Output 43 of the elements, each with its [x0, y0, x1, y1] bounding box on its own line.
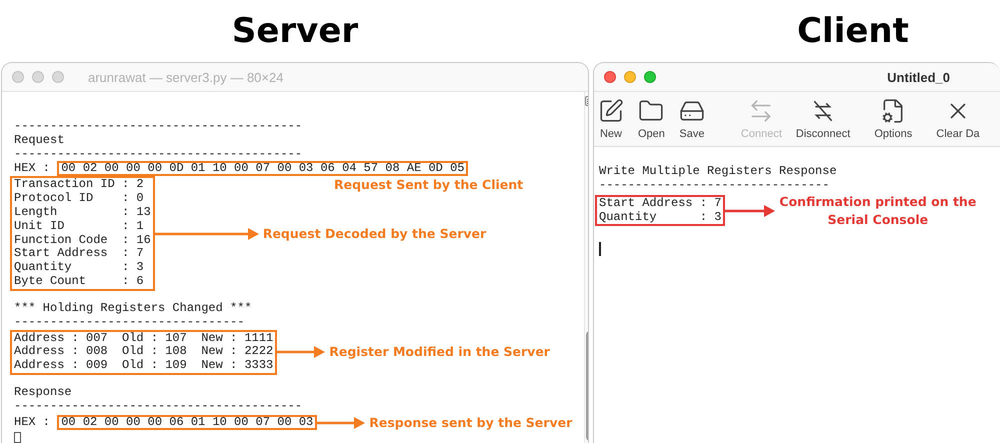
toolbar-button[interactable]: Open — [638, 98, 665, 140]
window-control[interactable] — [52, 71, 64, 83]
terminal-line: ---------------------------------------- — [14, 400, 302, 414]
terminal-line: -------------------------------- — [599, 178, 830, 193]
terminal-line: -------------------------------- — [14, 316, 244, 330]
text-cursor — [599, 242, 601, 256]
window-title: Untitled_0 — [887, 70, 950, 84]
annotation-label: Response sent by the Server — [369, 414, 572, 432]
window-control[interactable] — [32, 71, 44, 83]
highlighted-output: Start Address : 7 Quantity : 3 — [595, 194, 726, 226]
leader-arrow — [277, 345, 326, 360]
pen-square-icon — [598, 98, 624, 124]
terminal-line: Response — [14, 386, 72, 400]
highlighted-output: Transaction ID : 2 Protocol ID : 0 Length : 13 Unit ID : 1 Function Code : 16 Start Address : 7 Quantity : 3 Byte Count : 6 — [10, 176, 155, 291]
hex-bytes: 00 02 00 00 00 0D 01 10 00 07 00 03 06 04 57 08 AE 0D 05 — [57, 161, 468, 176]
window-control[interactable] — [604, 71, 616, 83]
terminal-line: *** Holding Registers Changed *** — [14, 302, 252, 316]
section-heading: Server — [232, 11, 358, 51]
hex-bytes: 00 02 00 00 00 06 01 10 00 07 00 03 — [57, 415, 318, 430]
toolbar-button[interactable]: Disconnect — [796, 98, 850, 140]
toolbar-button[interactable]: Save — [678, 98, 705, 140]
window-control[interactable] — [644, 71, 656, 83]
terminal-line: ---------------------------------------- — [14, 120, 302, 134]
toolbar-button[interactable]: Options — [874, 98, 912, 140]
annotation-label: Register Modified in the Server — [329, 343, 550, 362]
highlighted-output: Address : 007 Old : 107 New : 1111 Address : 008 Old : 108 New : 2222 Address : 009 Old : 109 New : 3333 — [10, 330, 278, 376]
annotation-label: Confirmation printed on the Serial Console — [779, 192, 976, 229]
hex-label: HEX : — [14, 416, 50, 430]
toolbar-button[interactable]: New — [598, 98, 624, 140]
leader-arrow — [725, 204, 776, 218]
annotation-label: Request Sent by the Client — [334, 176, 524, 194]
leader-arrow — [317, 416, 366, 430]
annotation-label: Request Decoded by the Server — [262, 224, 486, 243]
hex-label: HEX : — [14, 162, 50, 176]
terminal-line: ---------------------------------------- — [14, 148, 302, 162]
text-cursor — [14, 432, 21, 443]
section-heading: Client — [797, 11, 909, 51]
window-control[interactable] — [12, 71, 24, 83]
terminal-line: Write Multiple Registers Response — [599, 165, 837, 179]
terminal-line: Request — [14, 134, 64, 148]
window-title: arunrawat — server3.py — 80×24 — [88, 70, 284, 84]
window-control[interactable] — [624, 71, 636, 83]
toolbar-button[interactable]: Clear Da — [936, 98, 980, 140]
